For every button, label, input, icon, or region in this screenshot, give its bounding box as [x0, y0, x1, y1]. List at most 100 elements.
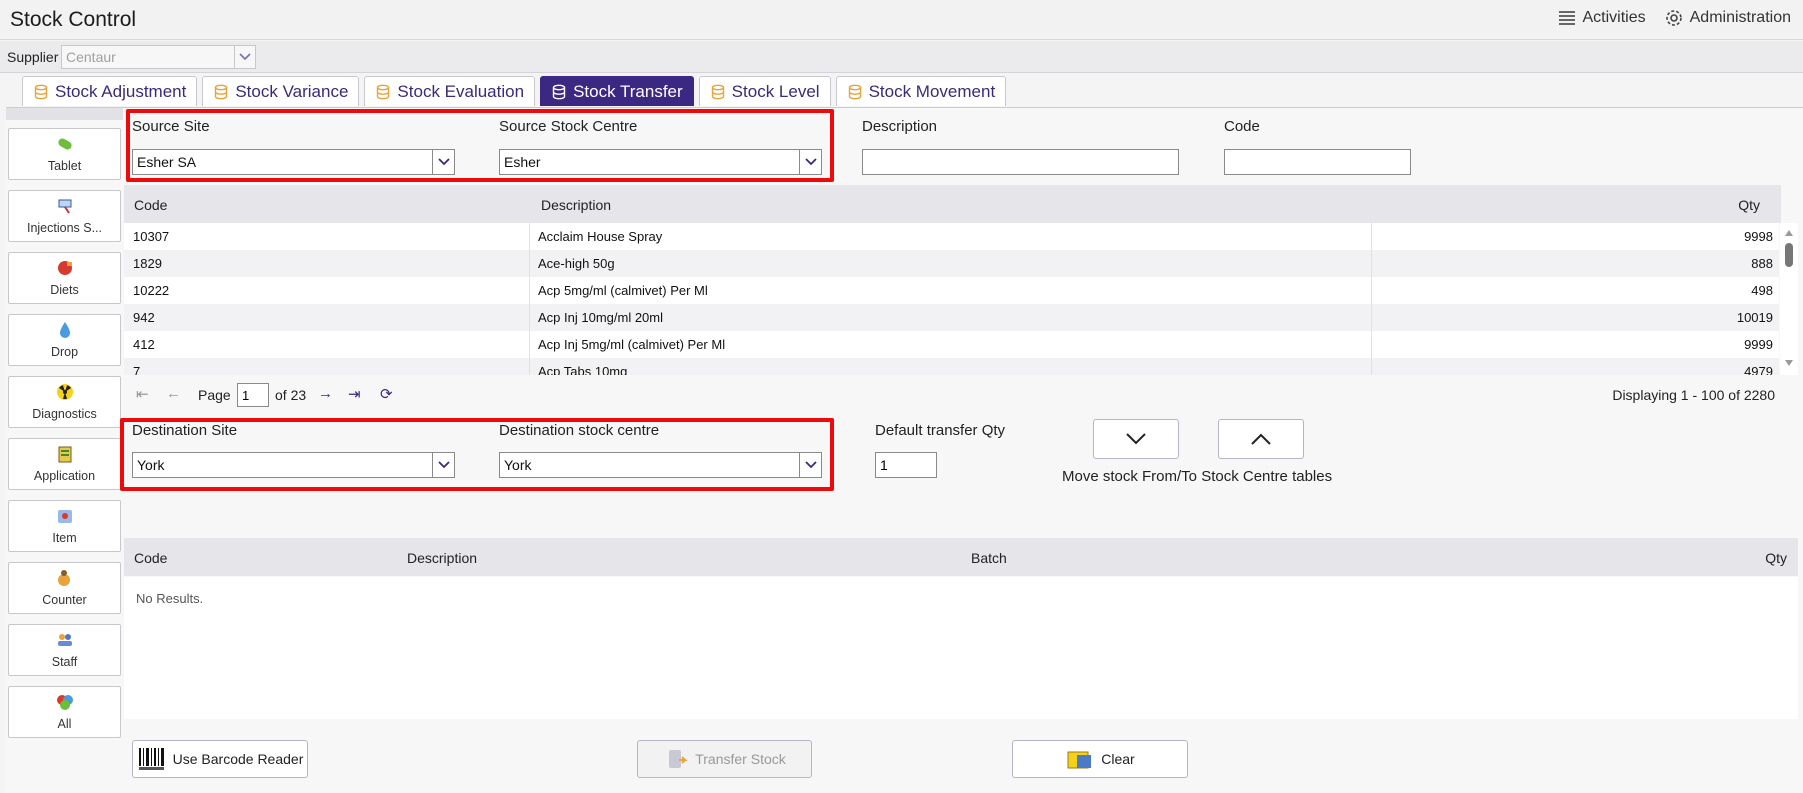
sidebar-item-label: Staff: [51, 655, 78, 669]
table-row[interactable]: 942 Acp Inj 10mg/ml 20ml 10019: [124, 304, 1779, 331]
tab-stock-level[interactable]: Stock Level: [698, 76, 831, 106]
sidebar-header-strip: [6, 108, 123, 120]
transfer-stock-label: Transfer Stock: [695, 751, 786, 767]
page-count: of 23: [275, 387, 307, 403]
activities-button[interactable]: Activities: [1557, 8, 1646, 28]
sidebar-item-injections[interactable]: Injections S...: [8, 190, 121, 242]
sidebar-item-label: Item: [52, 531, 77, 545]
database-icon: [377, 84, 390, 99]
supplier-row: Supplier Centaur: [0, 41, 1803, 73]
sidebar-item-staff[interactable]: Staff: [8, 624, 121, 676]
column-header-code[interactable]: Code: [134, 197, 167, 213]
sidebar-item-diagnostics[interactable]: Diagnostics: [8, 376, 121, 428]
cell-code: 942: [133, 310, 155, 325]
source-grid-header: Code Description Qty: [124, 185, 1781, 223]
tab-label: Stock Evaluation: [397, 81, 525, 101]
column-header-code[interactable]: Code: [134, 550, 167, 566]
tab-stock-variance[interactable]: Stock Variance: [202, 76, 360, 106]
list-icon: [1558, 11, 1575, 25]
page-label: Page: [198, 387, 231, 403]
pill-icon: [54, 135, 76, 155]
tab-stock-movement[interactable]: Stock Movement: [835, 76, 1007, 106]
supplier-select[interactable]: Centaur: [61, 45, 256, 69]
database-icon: [848, 84, 861, 99]
sidebar-item-all[interactable]: All: [8, 686, 121, 738]
cell-code: 10222: [133, 283, 170, 298]
sidebar-item-label: Drop: [50, 345, 79, 359]
cell-description: Acp 5mg/ml (calmivet) Per Ml: [538, 283, 708, 298]
sidebar-item-label: All: [57, 717, 72, 731]
transfer-stock-button[interactable]: Transfer Stock: [637, 740, 812, 778]
tab-stock-adjustment[interactable]: Stock Adjustment: [22, 76, 198, 106]
tab-stock-evaluation[interactable]: Stock Evaluation: [364, 76, 536, 106]
transfer-icon: [669, 750, 688, 768]
barcode-reader-button[interactable]: Use Barcode Reader: [132, 740, 308, 778]
table-row[interactable]: 10307 Acclaim House Spray 9998: [124, 223, 1779, 250]
tab-label: Stock Level: [731, 81, 820, 101]
scroll-up-icon[interactable]: [1784, 229, 1794, 237]
cell-qty: 9998: [1744, 229, 1773, 244]
column-header-batch[interactable]: Batch: [971, 550, 1007, 566]
column-header-description[interactable]: Description: [407, 550, 477, 566]
top-actions: Activities Administration: [1557, 8, 1791, 28]
table-row[interactable]: 10222 Acp 5mg/ml (calmivet) Per Ml 498: [124, 277, 1779, 304]
default-qty-label: Default transfer Qty: [875, 422, 1006, 439]
scroll-thumb[interactable]: [1785, 243, 1793, 267]
sidebar-item-drop[interactable]: Drop: [8, 314, 121, 366]
clear-label: Clear: [1101, 751, 1135, 767]
tab-label: Stock Variance: [235, 81, 349, 101]
app-title: Stock Control: [10, 8, 137, 31]
source-highlight-box: [126, 109, 834, 182]
table-row[interactable]: 412 Acp Inj 5mg/ml (calmivet) Per Ml 999…: [124, 331, 1779, 358]
syringe-icon: [54, 197, 76, 217]
administration-button[interactable]: Administration: [1664, 8, 1791, 28]
source-grid-scrollbar[interactable]: [1780, 223, 1798, 375]
refresh-icon[interactable]: ⟳: [380, 385, 393, 403]
scroll-down-icon[interactable]: [1784, 359, 1794, 367]
default-qty-input[interactable]: [875, 452, 937, 478]
sidebar-item-label: Diets: [50, 283, 79, 297]
sidebar-item-label: Application: [33, 469, 96, 483]
next-page-icon[interactable]: →: [318, 385, 333, 402]
table-row[interactable]: 7 Acp Tabs 10mg 4979: [124, 358, 1779, 375]
tab-stock-transfer[interactable]: Stock Transfer: [540, 76, 694, 106]
clear-button[interactable]: Clear: [1012, 740, 1188, 778]
dest-grid-header: Code Description Batch Qty: [124, 538, 1798, 576]
move-down-button[interactable]: [1093, 419, 1179, 459]
column-header-description[interactable]: Description: [541, 197, 611, 213]
cell-qty: 10019: [1736, 310, 1773, 325]
table-row[interactable]: 1829 Ace-high 50g 888: [124, 250, 1779, 277]
sidebar-item-counter[interactable]: Counter: [8, 562, 121, 614]
column-header-qty[interactable]: Qty: [1765, 550, 1787, 566]
first-page-icon[interactable]: ⇤: [136, 385, 149, 403]
sidebar-item-label: Injections S...: [26, 221, 103, 235]
code-filter-input[interactable]: [1224, 149, 1411, 175]
prev-page-icon[interactable]: ←: [166, 385, 181, 402]
cell-qty: 4979: [1744, 364, 1773, 375]
move-up-button[interactable]: [1218, 419, 1304, 459]
cell-code: 10307: [133, 229, 170, 244]
cell-description: Ace-high 50g: [538, 256, 615, 271]
cell-description: Acp Inj 10mg/ml 20ml: [538, 310, 663, 325]
description-filter-input[interactable]: [862, 149, 1179, 175]
supplier-value: Centaur: [66, 49, 116, 65]
chevron-down-icon[interactable]: [234, 46, 255, 68]
column-header-qty[interactable]: Qty: [1738, 197, 1760, 213]
cell-qty: 9999: [1744, 337, 1773, 352]
sidebar-item-item[interactable]: Item: [8, 500, 121, 552]
tab-label: Stock Transfer: [573, 81, 683, 101]
page-input[interactable]: [237, 383, 269, 407]
title-bar: Stock Control Activities Administration: [0, 0, 1803, 40]
sidebar-item-diets[interactable]: Diets: [8, 252, 121, 304]
display-count: Displaying 1 - 100 of 2280: [1612, 387, 1775, 403]
barcode-icon: [138, 748, 164, 770]
no-results-text: No Results.: [136, 591, 204, 606]
cell-description: Acclaim House Spray: [538, 229, 663, 244]
sidebar-item-tablet[interactable]: Tablet: [8, 128, 121, 180]
column-divider: [529, 223, 530, 375]
last-page-icon[interactable]: ⇥: [348, 385, 361, 403]
sidebar-item-application[interactable]: Application: [8, 438, 121, 490]
cell-qty: 888: [1751, 256, 1773, 271]
cell-code: 7: [133, 364, 141, 375]
all-icon: [54, 693, 76, 713]
